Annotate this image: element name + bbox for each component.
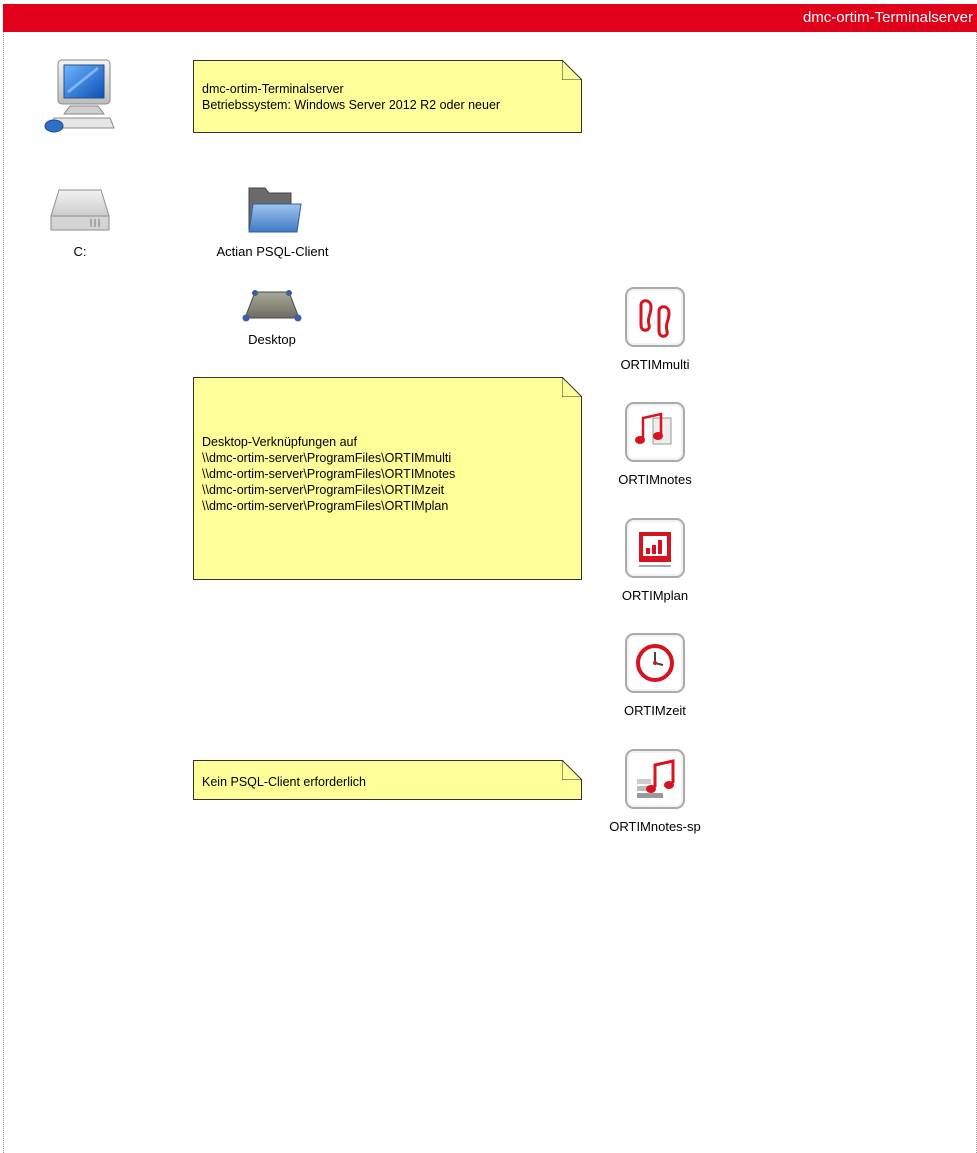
ortimzeit-label: ORTIMzeit <box>624 703 686 718</box>
server-note-line2: Betriebssystem: Windows Server 2012 R2 o… <box>202 98 501 112</box>
ortimnotes-icon-frame <box>625 402 685 462</box>
music-note-stack-icon <box>637 759 675 798</box>
ortimplan-icon-frame <box>625 518 685 578</box>
server-node[interactable] <box>40 56 116 137</box>
folder-icon <box>247 187 302 233</box>
server-note-line1: dmc-ortim-Terminalserver <box>202 82 344 96</box>
drive-c-node[interactable]: C: <box>44 186 116 259</box>
shortcuts-note-line1: Desktop-Verknüpfungen auf <box>202 435 357 449</box>
clock-icon <box>636 644 674 682</box>
shortcuts-note-line3: \\dmc-ortim-server\ProgramFiles\ORTIMnot… <box>202 467 456 481</box>
psql-client-label: Actian PSQL-Client <box>216 244 329 259</box>
no-psql-note: Kein PSQL-Client erforderlich <box>193 760 582 800</box>
ortimplan-label: ORTIMplan <box>621 588 689 603</box>
frame-title: dmc-ortim-Terminalserver <box>802 9 973 26</box>
shortcuts-note-line5: \\dmc-ortim-server\ProgramFiles\ORTIMpla… <box>202 499 449 513</box>
desktop-icon <box>242 290 302 322</box>
psql-client-node[interactable]: Actian PSQL-Client <box>195 184 350 259</box>
no-psql-note-text: Kein PSQL-Client erforderlich <box>202 775 366 789</box>
server-note: dmc-ortim-Terminalserver Betriebssystem:… <box>193 60 582 133</box>
ortimmulti-icon-frame <box>625 287 685 347</box>
title-bar: dmc-ortim-Terminalserver <box>3 4 977 32</box>
note-fold-icon <box>562 760 582 780</box>
footprints-icon <box>639 299 671 338</box>
app-ortimmulti[interactable]: ORTIMmulti <box>605 287 705 372</box>
note-fold-icon <box>562 60 582 80</box>
ortimnotes-sp-icon-frame <box>625 749 685 809</box>
app-ortimplan[interactable]: ORTIMplan <box>605 518 705 603</box>
app-ortimnotes[interactable]: ORTIMnotes <box>605 402 705 487</box>
ortimnotes-sp-label: ORTIMnotes-sp <box>609 819 701 834</box>
app-ortimnotes-sp[interactable]: ORTIMnotes-sp <box>595 749 715 834</box>
drive-c-label: C: <box>73 244 87 259</box>
hard-drive-icon <box>50 189 110 231</box>
computer-icon <box>44 59 115 133</box>
shortcuts-note-line2: \\dmc-ortim-server\ProgramFiles\ORTIMmul… <box>202 451 452 465</box>
note-fold-icon <box>562 377 582 397</box>
app-ortimzeit[interactable]: ORTIMzeit <box>605 633 705 718</box>
shortcuts-note: Desktop-Verknüpfungen auf \\dmc-ortim-se… <box>193 377 582 580</box>
shortcuts-note-line4: \\dmc-ortim-server\ProgramFiles\ORTIMzei… <box>202 483 445 497</box>
chart-presentation-icon <box>639 532 671 567</box>
ortimnotes-label: ORTIMnotes <box>618 472 692 487</box>
desktop-node[interactable]: Desktop <box>230 288 314 347</box>
music-notes-document-icon <box>635 412 672 445</box>
ortimzeit-icon-frame <box>625 633 685 693</box>
desktop-label: Desktop <box>248 332 296 347</box>
ortimmulti-label: ORTIMmulti <box>620 357 690 372</box>
